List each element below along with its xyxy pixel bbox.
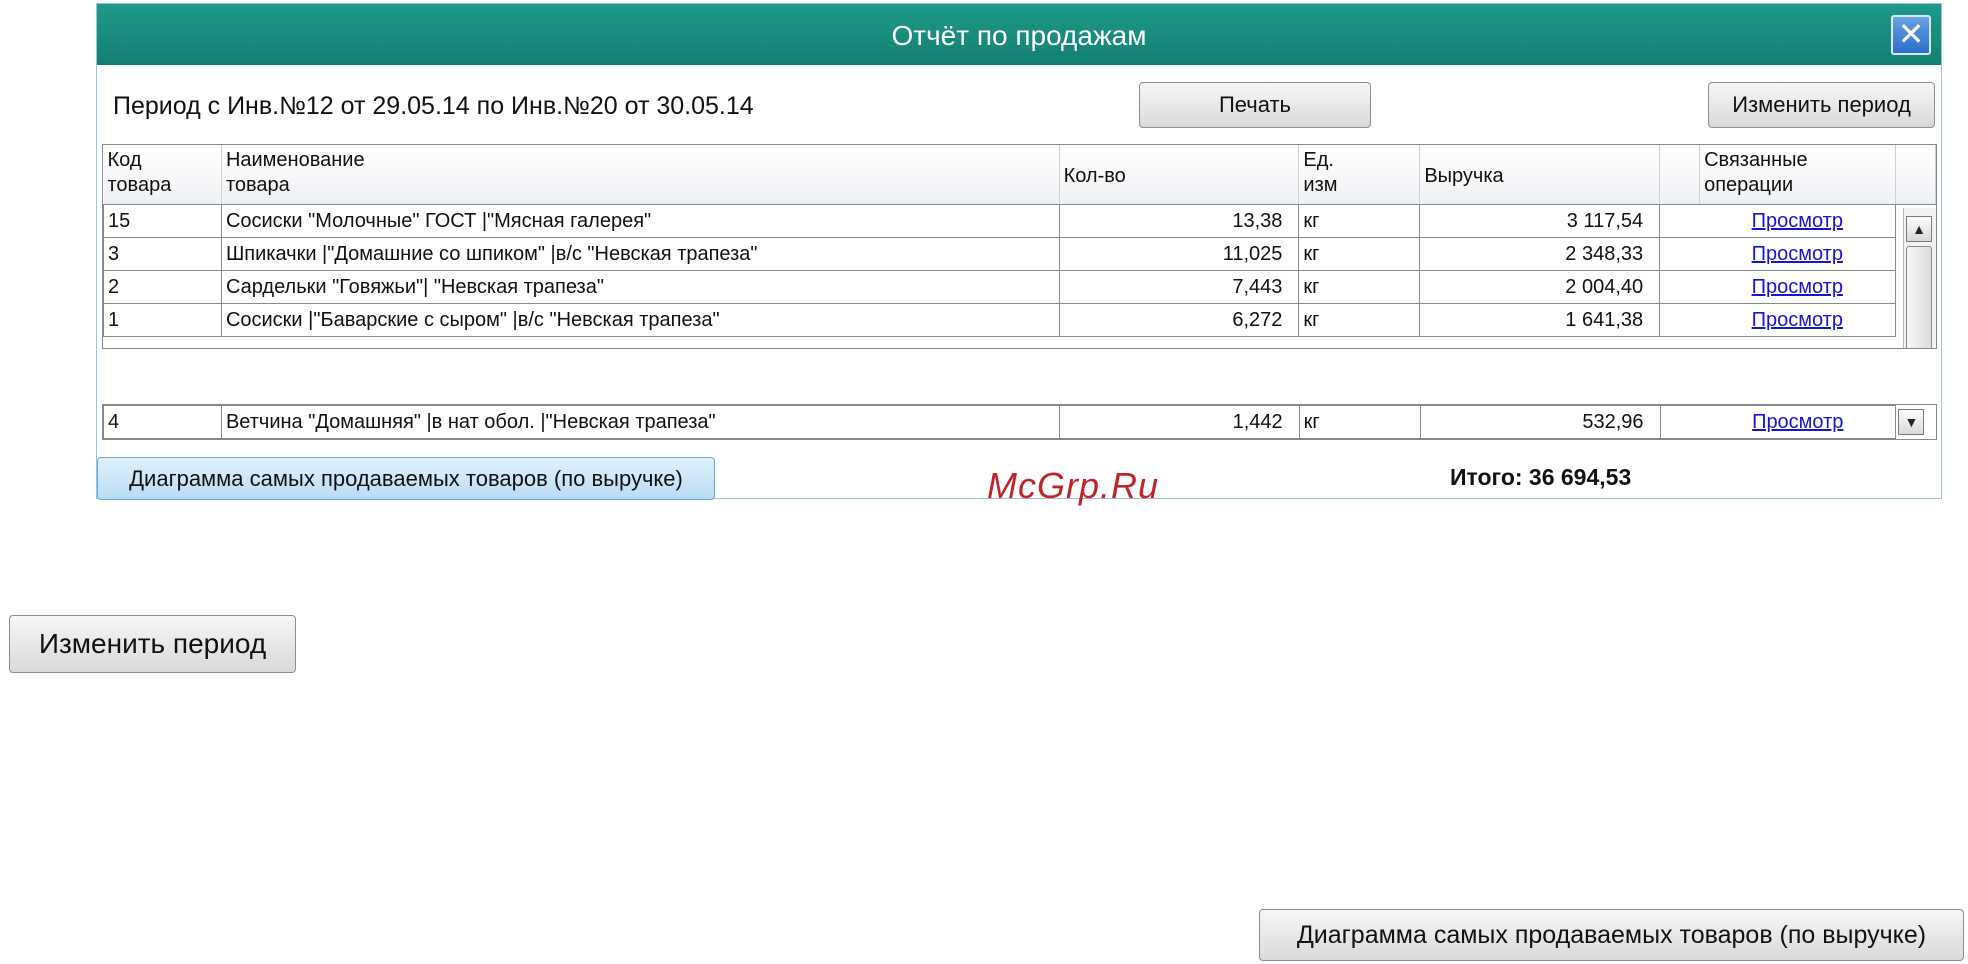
sales-table: Код товара Наименование товара Кол-во Ед… bbox=[102, 144, 1937, 349]
cell-blank bbox=[1659, 237, 1700, 271]
header-revenue[interactable]: Выручка bbox=[1419, 145, 1661, 205]
cell-qty: 6,272 bbox=[1058, 303, 1300, 337]
header-code-label: Код товара bbox=[107, 149, 172, 196]
sales-table-last-row: 4 Ветчина "Домашняя" |в нат обол. |"Невс… bbox=[102, 404, 1937, 440]
cell-code: 15 bbox=[103, 204, 222, 238]
print-button[interactable]: Печать bbox=[1139, 82, 1371, 128]
scroll-thumb[interactable] bbox=[1906, 246, 1932, 348]
total-revenue: Итого: 36 694,53 bbox=[1450, 464, 1632, 490]
cell-unit: кг bbox=[1298, 405, 1421, 439]
header-scroll-space bbox=[1895, 145, 1936, 205]
top-products-chart-button[interactable]: Диаграмма самых продаваемых товаров (по … bbox=[97, 457, 715, 500]
cell-unit: кг bbox=[1298, 237, 1421, 271]
header-name-label: Наименование товара bbox=[225, 149, 365, 196]
header-related-label: Связанные операции bbox=[1704, 149, 1808, 196]
cell-qty: 11,025 bbox=[1058, 237, 1300, 271]
top-products-chart-button-large[interactable]: Диаграмма самых продаваемых товаров (по … bbox=[1259, 909, 1964, 961]
view-link[interactable]: Просмотр bbox=[1699, 237, 1896, 271]
table-scrollbar[interactable]: ▲ bbox=[1903, 208, 1936, 348]
change-period-button[interactable]: Изменить период bbox=[1708, 82, 1935, 128]
cell-revenue: 2 004,40 bbox=[1419, 270, 1661, 304]
cell-blank bbox=[1659, 303, 1700, 337]
cell-qty: 7,443 bbox=[1058, 270, 1300, 304]
header-blank bbox=[1659, 145, 1701, 205]
header-unit-label: Ед. изм bbox=[1303, 149, 1338, 196]
cell-name: Шпикачки |"Домашние со шпиком" |в/с "Нев… bbox=[220, 237, 1060, 271]
cell-code: 2 bbox=[103, 270, 222, 304]
cell-qty: 13,38 bbox=[1058, 204, 1300, 238]
cell-revenue: 3 117,54 bbox=[1419, 204, 1661, 238]
cell-qty: 1,442 bbox=[1058, 405, 1300, 439]
cell-revenue: 2 348,33 bbox=[1419, 237, 1661, 271]
cell-unit: кг bbox=[1298, 270, 1421, 304]
cell-revenue: 532,96 bbox=[1419, 405, 1661, 439]
view-link[interactable]: Просмотр bbox=[1699, 204, 1896, 238]
table-row[interactable]: 4 Ветчина "Домашняя" |в нат обол. |"Невс… bbox=[103, 405, 1937, 439]
header-qty-label: Кол-во bbox=[1063, 164, 1126, 187]
view-link[interactable]: Просмотр bbox=[1699, 270, 1896, 304]
close-icon[interactable]: ✕ bbox=[1891, 15, 1931, 55]
cell-name: Сардельки "Говяжьи"| "Невская трапеза" bbox=[220, 270, 1060, 304]
cell-revenue: 1 641,38 bbox=[1419, 303, 1661, 337]
header-qty[interactable]: Кол-во bbox=[1059, 145, 1300, 205]
cell-unit: кг bbox=[1298, 303, 1421, 337]
cell-code: 4 bbox=[103, 405, 222, 439]
header-name[interactable]: Наименование товара bbox=[221, 145, 1060, 205]
cell-code: 1 bbox=[103, 303, 222, 337]
cell-blank bbox=[1659, 270, 1700, 304]
cell-scroll-space: ▼ bbox=[1896, 406, 1936, 439]
table-row[interactable]: 2 Сардельки "Говяжьи"| "Невская трапеза"… bbox=[103, 270, 1936, 304]
cell-blank bbox=[1659, 204, 1700, 238]
table-header-row: Код товара Наименование товара Кол-во Ед… bbox=[103, 145, 1936, 205]
cell-code: 3 bbox=[103, 237, 222, 271]
cell-unit: кг bbox=[1298, 204, 1421, 238]
cell-name: Сосиски "Молочные" ГОСТ |"Мясная галерея… bbox=[220, 204, 1060, 238]
table-row[interactable]: 3 Шпикачки |"Домашние со шпиком" |в/с "Н… bbox=[103, 237, 1936, 271]
view-link[interactable]: Просмотр bbox=[1700, 405, 1897, 439]
change-period-button-large[interactable]: Изменить период bbox=[9, 615, 296, 673]
dialog-title: Отчёт по продажам bbox=[891, 20, 1147, 51]
header-unit[interactable]: Ед. изм bbox=[1298, 145, 1421, 205]
dialog-titlebar: Отчёт по продажам ✕ bbox=[97, 4, 1941, 65]
watermark-text: McGrp.Ru bbox=[987, 465, 1160, 506]
period-text: Период с Инв.№12 от 29.05.14 по Инв.№20 … bbox=[113, 92, 754, 120]
cell-name: Ветчина "Домашняя" |в нат обол. |"Невска… bbox=[220, 405, 1060, 439]
scroll-down-icon[interactable]: ▼ bbox=[1898, 408, 1925, 435]
sales-report-dialog: Отчёт по продажам ✕ Период с Инв.№12 от … bbox=[96, 3, 1942, 506]
view-link[interactable]: Просмотр bbox=[1699, 303, 1896, 337]
header-related[interactable]: Связанные операции bbox=[1699, 145, 1896, 205]
table-row[interactable]: 1 Сосиски |"Баварские с сыром" |в/с "Нев… bbox=[103, 303, 1936, 337]
cell-blank bbox=[1659, 405, 1701, 439]
header-code[interactable]: Код товара bbox=[103, 145, 222, 205]
scroll-up-icon[interactable]: ▲ bbox=[1906, 216, 1932, 242]
header-revenue-label: Выручка bbox=[1424, 164, 1504, 187]
cell-name: Сосиски |"Баварские с сыром" |в/с "Невск… bbox=[220, 303, 1060, 337]
table-row[interactable]: 15 Сосиски "Молочные" ГОСТ |"Мясная гале… bbox=[103, 204, 1936, 238]
